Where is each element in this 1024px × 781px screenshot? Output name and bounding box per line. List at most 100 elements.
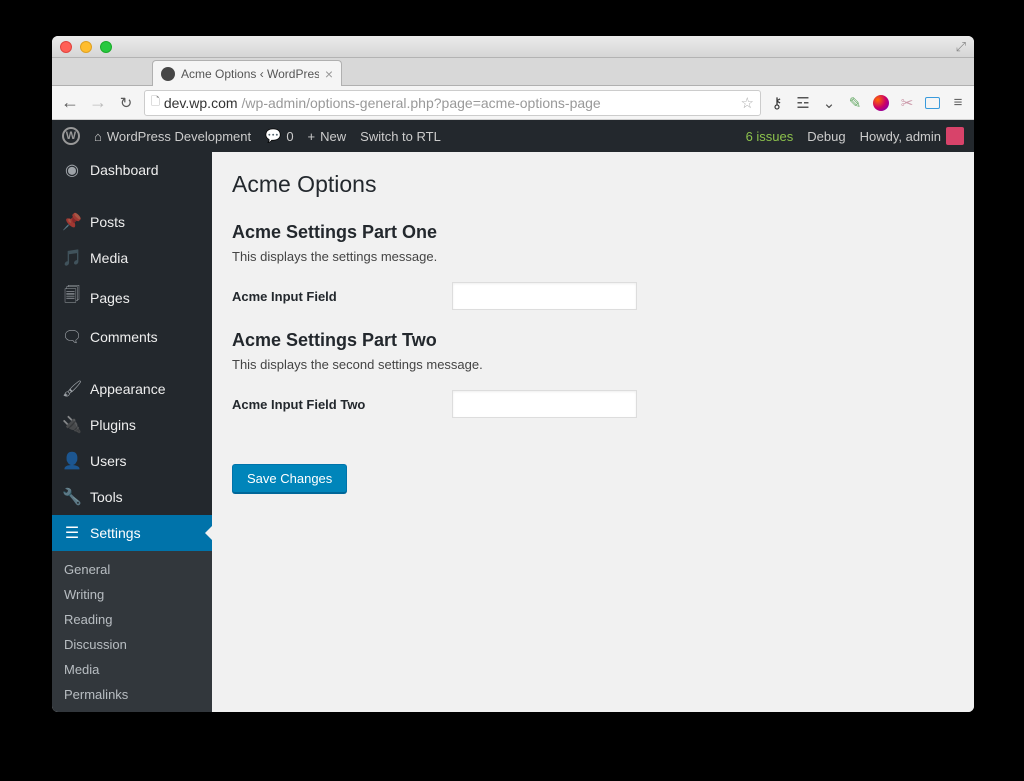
extension-buffer-icon[interactable]: ☲ [795,95,811,111]
tab-title: Acme Options ‹ WordPress [181,67,319,81]
issues-link[interactable]: 6 issues [746,129,794,144]
section-description: This displays the second settings messag… [232,357,954,372]
avatar-icon [946,127,964,145]
dashboard-icon: ◉ [62,160,82,180]
user-icon: 👤 [62,451,82,471]
extension-icons: ⚷ ☲ ⌄ ✎ ✂ ≡ [769,95,966,111]
section-heading: Acme Settings Part Two [232,330,954,351]
save-changes-button[interactable]: Save Changes [232,464,347,493]
sidebar-label: Dashboard [90,162,159,178]
submenu-item-media[interactable]: Media [52,657,212,682]
sidebar-label: Comments [90,329,158,345]
site-info-icon[interactable]: 🗋 [151,93,160,112]
submenu-item-acme-options[interactable]: Acme Options [52,707,212,712]
comment-count: 0 [286,129,293,144]
howdy-label: Howdy, admin [860,129,941,144]
browser-window: ⤢ Acme Options ‹ WordPress × ← → ↻ 🗋 dev… [52,36,974,712]
acme-input-field[interactable] [452,282,637,310]
extension-color-icon[interactable] [873,95,889,111]
field-label: Acme Input Field Two [232,397,452,412]
address-bar[interactable]: 🗋 dev.wp.com/wp-admin/options-general.ph… [144,90,761,116]
extension-scissors-icon[interactable]: ✂ [899,95,915,111]
sidebar-label: Plugins [90,417,136,433]
bookmark-star-icon[interactable]: ☆ [741,94,754,112]
sidebar-label: Tools [90,489,123,505]
submenu-item-general[interactable]: General [52,557,212,582]
extension-evernote-icon[interactable]: ✎ [847,95,863,111]
new-content-menu[interactable]: + New [308,129,347,144]
sidebar-label: Settings [90,525,141,541]
comments-menu[interactable]: 💬 0 [265,128,293,144]
page-title: Acme Options [232,162,954,202]
wp-logo-menu[interactable] [62,127,80,145]
site-name-menu[interactable]: ⌂ WordPress Development [94,129,251,144]
sidebar-item-settings[interactable]: ☰ Settings [52,515,212,551]
section-description: This displays the settings message. [232,249,954,264]
user-menu[interactable]: Howdy, admin [860,127,964,145]
browser-toolbar: ← → ↻ 🗋 dev.wp.com/wp-admin/options-gene… [52,86,974,120]
extension-box-icon[interactable] [925,97,940,109]
sidebar-label: Appearance [90,381,166,397]
submenu-item-permalinks[interactable]: Permalinks [52,682,212,707]
acme-input-field-two[interactable] [452,390,637,418]
wp-adminbar: ⌂ WordPress Development 💬 0 + New Switch… [52,120,974,152]
wp-body: ◉ Dashboard 📌 Posts 🎵 Media 🗐 Pages [52,152,974,712]
plus-icon: + [308,129,316,144]
window-minimize-button[interactable] [80,41,92,53]
sidebar-item-media[interactable]: 🎵 Media [52,240,212,276]
submenu-item-writing[interactable]: Writing [52,582,212,607]
sidebar-label: Pages [90,290,130,306]
reload-button[interactable]: ↻ [116,94,136,112]
content-area: Acme Options Acme Settings Part One This… [212,152,974,712]
tab-favicon-icon [161,67,175,81]
sidebar-item-users[interactable]: 👤 Users [52,443,212,479]
wordpress-logo-icon [62,127,80,145]
comment-icon: 💬 [265,128,281,144]
form-row: Acme Input Field Two [232,390,954,418]
comment-icon: 🗨 [62,327,82,347]
sidebar-label: Media [90,250,128,266]
window-close-button[interactable] [60,41,72,53]
sidebar-label: Posts [90,214,125,230]
sidebar-item-posts[interactable]: 📌 Posts [52,204,212,240]
submenu-item-reading[interactable]: Reading [52,607,212,632]
form-row: Acme Input Field [232,282,954,310]
fullscreen-icon[interactable]: ⤢ [956,39,966,55]
admin-sidebar: ◉ Dashboard 📌 Posts 🎵 Media 🗐 Pages [52,152,212,712]
browser-tab[interactable]: Acme Options ‹ WordPress × [152,60,342,86]
sidebar-item-plugins[interactable]: 🔌 Plugins [52,407,212,443]
wrench-icon: 🔧 [62,487,82,507]
sidebar-item-tools[interactable]: 🔧 Tools [52,479,212,515]
new-label: New [320,129,346,144]
traffic-lights [60,41,112,53]
pages-icon: 🗐 [62,284,82,311]
sidebar-item-comments[interactable]: 🗨 Comments [52,319,212,355]
browser-menu-icon[interactable]: ≡ [950,95,966,111]
settings-submenu: General Writing Reading Discussion Media… [52,551,212,712]
sidebar-item-pages[interactable]: 🗐 Pages [52,276,212,319]
url-host: dev.wp.com [164,95,238,111]
window-maximize-button[interactable] [100,41,112,53]
back-button[interactable]: ← [60,92,80,113]
forward-button[interactable]: → [88,92,108,113]
brush-icon: 🖌 [62,379,82,399]
section-heading: Acme Settings Part One [232,222,954,243]
window-titlebar: ⤢ [52,36,974,58]
submenu-item-discussion[interactable]: Discussion [52,632,212,657]
plug-icon: 🔌 [62,415,82,435]
sidebar-item-appearance[interactable]: 🖌 Appearance [52,371,212,407]
debug-link[interactable]: Debug [807,129,845,144]
extension-pocket-icon[interactable]: ⌄ [821,95,837,111]
url-path: /wp-admin/options-general.php?page=acme-… [242,95,601,111]
media-icon: 🎵 [62,248,82,268]
extension-key-icon[interactable]: ⚷ [769,95,785,111]
tab-close-icon[interactable]: × [325,66,333,82]
switch-rtl-link[interactable]: Switch to RTL [360,129,441,144]
sliders-icon: ☰ [62,523,82,543]
field-label: Acme Input Field [232,289,452,304]
sidebar-item-dashboard[interactable]: ◉ Dashboard [52,152,212,188]
browser-tabstrip: Acme Options ‹ WordPress × [52,58,974,86]
pin-icon: 📌 [62,212,82,232]
home-icon: ⌂ [94,129,102,144]
sidebar-label: Users [90,453,127,469]
